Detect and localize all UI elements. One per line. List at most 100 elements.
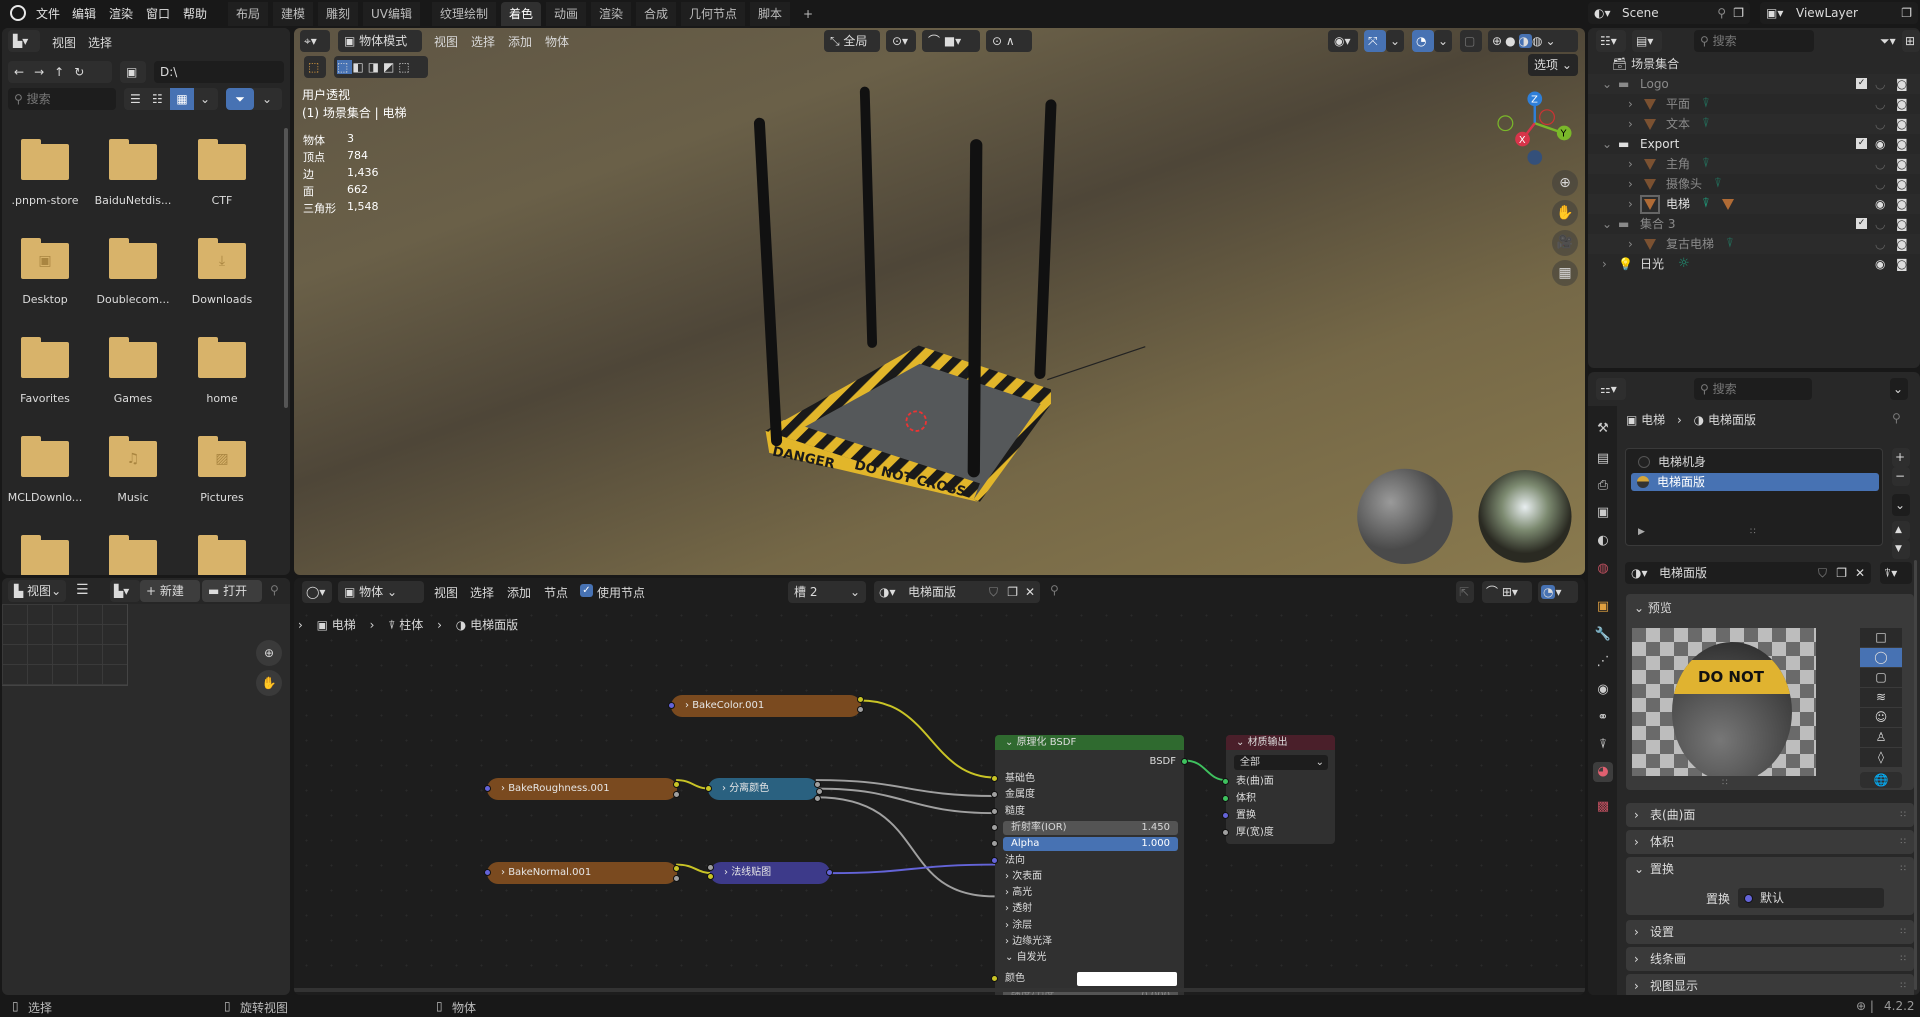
material-shading-icon[interactable]: ◑ [1518, 34, 1533, 48]
menu-add[interactable]: 添加 [508, 33, 532, 50]
node-socket[interactable] [673, 875, 680, 882]
menu-file[interactable]: 文件 [36, 5, 60, 22]
properties-tab-mesh-data-icon[interactable]: ⍒ [1593, 735, 1613, 755]
pivot-dropdown[interactable]: ⊙▾ [886, 30, 916, 52]
bsdf-panel-toggle[interactable]: › 涂层 [995, 918, 1184, 934]
file-item-label[interactable]: Doublecom... [89, 293, 177, 306]
node-header[interactable]: ⌄ 原理化 BSDF [995, 735, 1184, 750]
exclude-checkbox[interactable]: ✓ [1856, 138, 1867, 149]
workspace-tab[interactable]: UV编辑 [363, 2, 420, 26]
image-browse-button[interactable]: ▙▾ [110, 580, 140, 602]
editor-type-button[interactable]: ⚏▾ [1596, 378, 1626, 400]
material-slot-active[interactable]: 电梯面版 [1631, 473, 1879, 491]
eye-icon[interactable]: ◉ [1875, 194, 1885, 214]
node-socket[interactable] [826, 869, 833, 876]
outliner-item-name[interactable]: 平面 [1666, 94, 1690, 114]
camera-render-icon[interactable]: ◙ [1896, 194, 1908, 214]
outliner-item-name[interactable]: 电梯 [1666, 194, 1690, 214]
outliner-item-name[interactable]: 主角 [1666, 154, 1690, 174]
panel-3[interactable]: › 设置 ∷ [1626, 920, 1914, 944]
workspace-tab[interactable]: 渲染 [591, 2, 632, 26]
exclude-checkbox[interactable]: ✓ [1856, 218, 1867, 229]
add-slot-button[interactable]: + [1892, 448, 1910, 467]
workspace-tab[interactable]: 动画 [546, 2, 587, 26]
pin-icon[interactable]: ⚲ [1892, 411, 1901, 425]
node-bake-roughness[interactable]: › BakeRoughness.001 [487, 778, 677, 800]
select-new-icon[interactable]: ⬚ [337, 60, 353, 74]
node-socket[interactable] [857, 696, 864, 703]
camera-render-icon[interactable]: ◙ [1896, 74, 1908, 94]
bsdf-panel-toggle[interactable]: › 透射 [995, 901, 1184, 917]
node-socket[interactable] [673, 781, 680, 788]
workspace-tab[interactable]: 建模 [273, 2, 314, 26]
chevron-right-icon[interactable]: › [1602, 254, 1607, 274]
snap-buttons[interactable]: ⌒ ■▾ [922, 30, 980, 52]
bsdf-output-socket[interactable] [1181, 758, 1188, 765]
mesh-data-icon[interactable]: ⍒ [1726, 234, 1734, 254]
eye-closed-icon[interactable]: ◡ [1875, 94, 1885, 114]
fake-user-icon[interactable]: ⛉ [1818, 562, 1827, 584]
transform-orientation-dropdown[interactable]: ⤡ 全局 [824, 30, 880, 52]
properties-tab-object-icon[interactable]: ▣ [1593, 597, 1613, 617]
ior-field[interactable]: 折射率(IOR) 1.450 [1003, 820, 1178, 835]
node-socket[interactable] [484, 869, 491, 876]
image-editor[interactable]: ▙ 视图⌄ ☰ ▙▾ + 新建 ▬ 打开 ⚲ ⊕ ✋ [2, 578, 290, 995]
properties-tab-view-layer-icon[interactable]: ▣ [1593, 503, 1613, 523]
file-item-label[interactable]: Games [89, 392, 177, 405]
open-image-button[interactable]: ▬ 打开 [202, 580, 262, 602]
input-socket[interactable] [991, 823, 998, 831]
outliner-row[interactable]: ⌄ ▬ Export ✓ ◉ ◙ [1588, 134, 1920, 154]
input-socket[interactable] [1222, 778, 1229, 785]
menu-select[interactable]: 选择 [471, 33, 495, 50]
outliner-row[interactable]: ⌄ ▬ Logo ✓ ◡ ◙ [1588, 74, 1920, 94]
input-socket[interactable] [991, 840, 998, 848]
outliner-item-name[interactable]: 集合 3 [1640, 214, 1675, 234]
node-socket[interactable] [673, 865, 680, 872]
file-item-label[interactable]: home [178, 392, 266, 405]
perspective-grid-icon[interactable]: ▦ [1552, 260, 1578, 286]
folder-icon[interactable] [109, 238, 157, 279]
preview-fluid-icon[interactable]: ◊ [1860, 748, 1902, 767]
select-invert-icon[interactable]: ◩ [383, 60, 398, 74]
select-extend-icon[interactable]: ◧ [352, 60, 367, 74]
camera-view-icon[interactable]: 🎥 [1552, 230, 1578, 256]
file-item-label[interactable]: .pnpm-store [2, 194, 89, 207]
folder-icon[interactable] [21, 337, 69, 378]
properties-tab-tool-icon[interactable]: ⚒ [1593, 419, 1613, 439]
preview-sphere-icon[interactable]: ◯ [1860, 648, 1902, 667]
node-normal-map[interactable]: › 法线贴图 [710, 862, 830, 884]
folder-icon[interactable] [109, 535, 157, 575]
preview-cube-icon[interactable]: ▢ [1860, 668, 1902, 687]
node-bake-color[interactable]: › BakeColor.001 [671, 695, 861, 717]
output-input[interactable]: 置换 [1226, 808, 1335, 824]
properties-tab-world-icon[interactable]: ◍ [1593, 559, 1613, 579]
properties-scrollbar[interactable] [1914, 560, 1917, 990]
preview-hair-icon[interactable]: ≋ [1860, 688, 1902, 707]
properties-tab-modifier-icon[interactable]: 🔧 [1593, 625, 1613, 645]
outliner-row[interactable]: › 摄像头 ⍒ ◡ ◙ [1588, 174, 1920, 194]
camera-render-icon[interactable]: ◙ [1896, 134, 1908, 154]
input-socket[interactable] [991, 807, 998, 815]
resize-handle[interactable]: ∷ [1722, 778, 1728, 788]
outliner-row[interactable]: ⌄ ▬ 集合 3 ✓ ◡ ◙ [1588, 214, 1920, 234]
outliner-row[interactable]: › 平面 ⍒ ◡ ◙ [1588, 94, 1920, 114]
material-browse-icon[interactable]: ◑▾ [1631, 562, 1648, 584]
options-dropdown[interactable]: ⌄ [1890, 378, 1908, 400]
eye-closed-icon[interactable]: ◡ [1875, 234, 1885, 254]
bsdf-input[interactable]: 糙度 [995, 804, 1184, 820]
solid-shading-icon[interactable]: ● [1505, 34, 1518, 48]
scene-selector[interactable]: ◐▾ Scene ⚲ ❐ [1588, 2, 1750, 24]
mesh-data-icon[interactable]: ⍒ [1714, 174, 1722, 194]
bsdf-panel-toggle[interactable]: ⌄ 自发光 [995, 950, 1184, 966]
outliner-row[interactable]: › 💡 日光 ☼ ◉ ◙ [1588, 254, 1920, 274]
properties-tab-material-icon[interactable]: ◕ [1593, 762, 1613, 782]
camera-render-icon[interactable]: ◙ [1896, 154, 1908, 174]
panel-1[interactable]: › 体积 ∷ [1626, 830, 1914, 854]
file-item-label[interactable]: Music [89, 491, 177, 504]
input-socket[interactable] [1222, 812, 1229, 819]
workspace-tab[interactable]: 脚本 [750, 2, 791, 26]
menu-object[interactable]: 物体 [545, 33, 569, 50]
mesh-data-icon[interactable]: ⍒ [1702, 154, 1710, 174]
view-menu-dropdown[interactable]: ▙ 视图⌄ [8, 580, 66, 602]
zoom-icon[interactable]: ⊕ [256, 640, 282, 666]
